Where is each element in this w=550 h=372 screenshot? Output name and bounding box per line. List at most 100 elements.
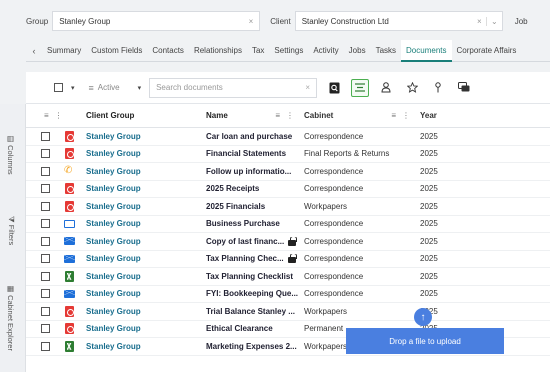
job-label[interactable]: Job: [515, 17, 528, 26]
row-checkbox[interactable]: [41, 289, 50, 299]
document-name-link[interactable]: 2025 Receipts: [202, 184, 300, 193]
document-name-link[interactable]: Tax Planning Chec...: [202, 254, 300, 264]
document-name-link[interactable]: 2025 Financials: [202, 202, 300, 211]
cabinet-explorer-toggle[interactable]: ▦ Cabinet Explorer: [6, 284, 15, 351]
status-filter-caret-icon[interactable]: ▾: [138, 84, 142, 92]
columns-panel-toggle[interactable]: ▥ Columns: [6, 134, 15, 175]
row-checkbox-cell: [26, 254, 56, 264]
row-checkbox[interactable]: [41, 131, 50, 141]
tab-relationships[interactable]: Relationships: [189, 40, 247, 62]
column-header-cabinet[interactable]: Cabinet ≡ ⋮: [300, 111, 416, 120]
document-name-link[interactable]: Marketing Expenses 2...: [202, 342, 300, 351]
tab-activity[interactable]: Activity: [308, 40, 343, 62]
table-row[interactable]: Stanley Group FYI: Bookkeeping Que... Corr…: [26, 286, 550, 303]
name-menu-icon[interactable]: ⋮: [286, 111, 294, 120]
select-menu-caret-icon[interactable]: ▾: [71, 84, 75, 92]
client-selector[interactable]: Stanley Construction Ltd × ⌄: [294, 11, 503, 31]
client-group-link[interactable]: Stanley Group: [82, 272, 202, 281]
client-group-link[interactable]: Stanley Group: [82, 324, 202, 333]
clear-client-icon[interactable]: ×: [477, 17, 482, 26]
list-view-icon[interactable]: [351, 78, 370, 97]
row-checkbox[interactable]: [41, 271, 50, 281]
tab-custom-fields[interactable]: Custom Fields: [86, 40, 147, 62]
side-rail: ▥ Columns ⧩ Filters ▦ Cabinet Explorer: [0, 104, 26, 372]
chevron-down-icon[interactable]: ⌄: [485, 16, 498, 26]
table-row[interactable]: Stanley Group Financial Statements Final R…: [26, 146, 550, 163]
pdf-file-icon: [56, 305, 82, 317]
star-icon[interactable]: [403, 79, 421, 97]
row-checkbox[interactable]: [41, 184, 50, 194]
tab-documents[interactable]: Documents: [401, 39, 452, 62]
client-group-link[interactable]: Stanley Group: [82, 342, 202, 351]
user-icon[interactable]: [377, 79, 395, 97]
document-name-link[interactable]: Copy of last financ...: [202, 236, 300, 246]
row-checkbox[interactable]: [41, 341, 50, 351]
tab-summary[interactable]: Summary: [42, 40, 86, 62]
select-all-checkbox[interactable]: [54, 83, 63, 92]
client-group-link[interactable]: Stanley Group: [82, 219, 202, 228]
table-row[interactable]: Stanley Group Tax Planning Chec... Corresp…: [26, 251, 550, 268]
tab-settings[interactable]: Settings: [269, 40, 308, 62]
document-name-link[interactable]: Business Purchase: [202, 219, 300, 228]
document-name-link[interactable]: Financial Statements: [202, 149, 300, 158]
file-drop-zone[interactable]: Drop a file to upload: [346, 328, 504, 354]
tab-tasks[interactable]: Tasks: [371, 40, 401, 62]
client-group-link[interactable]: Stanley Group: [82, 289, 202, 298]
search-documents-input[interactable]: Search documents ×: [149, 77, 318, 98]
client-group-link[interactable]: Stanley Group: [82, 254, 202, 263]
client-group-link[interactable]: Stanley Group: [82, 167, 202, 176]
document-name-link[interactable]: Tax Planning Checklist: [202, 272, 300, 281]
filters-panel-toggle[interactable]: ⧩ Filters: [6, 216, 16, 245]
row-checkbox[interactable]: [41, 149, 50, 159]
year-cell: 2025: [420, 166, 438, 176]
table-row[interactable]: Stanley Group Trial Balance Stanley ... Wo…: [26, 303, 550, 321]
chat-icon[interactable]: [455, 79, 473, 97]
table-row[interactable]: Stanley Group Car loan and purchase Corres…: [26, 128, 550, 146]
table-row[interactable]: Stanley Group Copy of last financ... Corre…: [26, 233, 550, 251]
client-group-link[interactable]: Stanley Group: [82, 237, 202, 246]
table-row[interactable]: Stanley Group Business Purchase Correspond…: [26, 216, 550, 233]
lock-icon: [288, 254, 297, 264]
tab-scroll-left-icon[interactable]: ‹: [26, 46, 42, 56]
client-group-link[interactable]: Stanley Group: [82, 149, 202, 158]
tab-corporate-affairs[interactable]: Corporate Affairs: [452, 40, 522, 62]
group-selector[interactable]: Stanley Group ×: [52, 11, 261, 31]
cabinet-filter-icon[interactable]: ≡: [391, 111, 396, 120]
tab-tax[interactable]: Tax: [247, 40, 269, 62]
client-group-link[interactable]: Stanley Group: [82, 307, 202, 316]
client-group-link[interactable]: Stanley Group: [82, 184, 202, 193]
clear-group-icon[interactable]: ×: [249, 17, 254, 26]
tab-jobs[interactable]: Jobs: [344, 40, 371, 62]
document-name-link[interactable]: Ethical Clearance: [202, 324, 300, 333]
client-group-link[interactable]: Stanley Group: [82, 202, 202, 211]
header-row-filter[interactable]: ≡ ⋮: [26, 111, 63, 120]
document-name-link[interactable]: Car loan and purchase: [202, 132, 300, 141]
name-filter-icon[interactable]: ≡: [275, 111, 280, 120]
table-row[interactable]: Stanley Group Tax Planning Checklist Corre…: [26, 268, 550, 286]
table-row[interactable]: Stanley Group 2025 Financials Workpapers 20…: [26, 198, 550, 216]
row-checkbox[interactable]: [41, 201, 50, 211]
row-checkbox[interactable]: [41, 219, 50, 229]
cabinet-menu-icon[interactable]: ⋮: [402, 111, 410, 120]
tab-contacts[interactable]: Contacts: [147, 40, 189, 62]
document-name-link[interactable]: Trial Balance Stanley ...: [202, 307, 300, 316]
row-checkbox[interactable]: [41, 236, 50, 246]
column-header-name[interactable]: Name ≡ ⋮: [202, 111, 300, 120]
column-menu-icon[interactable]: ⋮: [55, 111, 65, 120]
table-row[interactable]: Stanley Group 2025 Receipts Correspondence…: [26, 181, 550, 198]
row-checkbox[interactable]: [41, 166, 50, 176]
column-header-year[interactable]: Year: [416, 111, 476, 120]
table-row[interactable]: ✆ Stanley Group Follow up informatio... Cor…: [26, 163, 550, 181]
row-checkbox[interactable]: [41, 254, 50, 264]
document-name-link[interactable]: FYI: Bookkeeping Que...: [202, 289, 300, 298]
documents-toolbar: ▾ ≡ Active ▾ Search documents ×: [26, 72, 550, 104]
client-group-link[interactable]: Stanley Group: [82, 132, 202, 141]
document-search-icon[interactable]: [325, 79, 343, 97]
row-checkbox[interactable]: [41, 306, 50, 316]
status-filter[interactable]: ≡ Active: [89, 83, 120, 93]
column-header-client-group[interactable]: Client Group: [82, 111, 202, 120]
document-name-link[interactable]: Follow up informatio...: [202, 167, 300, 176]
clear-search-icon[interactable]: ×: [305, 83, 310, 92]
row-checkbox[interactable]: [41, 324, 50, 334]
pin-icon[interactable]: [429, 79, 447, 97]
